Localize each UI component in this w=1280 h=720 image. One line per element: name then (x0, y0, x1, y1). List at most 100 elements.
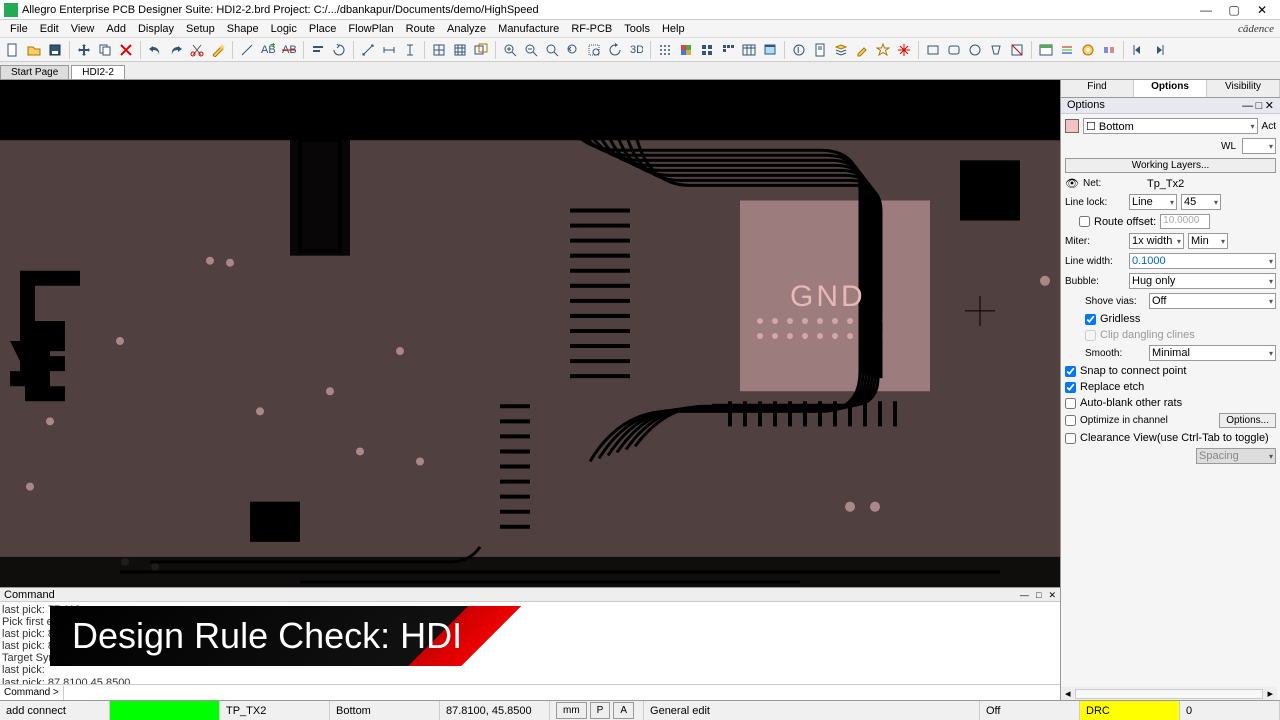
grid-dots-icon[interactable] (656, 41, 674, 59)
menu-shape[interactable]: Shape (221, 23, 265, 35)
menu-view[interactable]: View (65, 23, 101, 35)
menu-help[interactable]: Help (656, 23, 691, 35)
layers-icon[interactable] (832, 41, 850, 59)
report-icon[interactable] (811, 41, 829, 59)
maximize-button[interactable]: ▢ (1220, 3, 1248, 17)
p-button[interactable]: P (590, 702, 611, 719)
menu-setup[interactable]: Setup (180, 23, 221, 35)
text-add-icon[interactable]: ABC+ (259, 41, 277, 59)
minimize-button[interactable]: — (1192, 3, 1220, 17)
rotate-icon[interactable] (330, 41, 348, 59)
tab-start-page[interactable]: Start Page (0, 65, 69, 79)
zoom-fit-icon[interactable] (543, 41, 561, 59)
opt-min-icon[interactable]: — (1242, 100, 1253, 112)
route-offset-input[interactable]: 10.0000 (1160, 214, 1210, 229)
dim-v-icon[interactable] (401, 41, 419, 59)
shape-rect-icon[interactable] (924, 41, 942, 59)
right-scrollbar[interactable]: ◂▸ (1061, 687, 1277, 700)
optimize-check[interactable] (1065, 415, 1076, 426)
status-drc[interactable]: DRC (1080, 701, 1180, 720)
cut-icon[interactable] (188, 41, 206, 59)
close-button[interactable]: ✕ (1248, 3, 1276, 17)
design-canvas[interactable]: GND (0, 80, 1060, 587)
cmd-min-icon[interactable]: — (1020, 590, 1029, 600)
zoom-prev-icon[interactable] (564, 41, 582, 59)
menu-rfpcb[interactable]: RF-PCB (565, 23, 618, 35)
a-button[interactable]: A (613, 702, 634, 719)
align-icon[interactable] (309, 41, 327, 59)
command-input[interactable] (63, 686, 1060, 700)
menu-place[interactable]: Place (303, 23, 343, 35)
layer-color-swatch[interactable] (1065, 119, 1079, 133)
info-icon[interactable]: i (790, 41, 808, 59)
menu-add[interactable]: Add (100, 23, 132, 35)
table-icon[interactable] (740, 41, 758, 59)
menu-edit[interactable]: Edit (34, 23, 65, 35)
working-layers-button[interactable]: Working Layers... (1065, 158, 1276, 173)
menu-analyze[interactable]: Analyze (441, 23, 492, 35)
shape-rrect-icon[interactable] (945, 41, 963, 59)
tab-visibility[interactable]: Visibility (1207, 80, 1280, 97)
new-icon[interactable] (4, 41, 22, 59)
menu-display[interactable]: Display (132, 23, 180, 35)
cmd-max-icon[interactable]: □ (1036, 590, 1041, 600)
menu-file[interactable]: File (4, 23, 34, 35)
zoom-sel-icon[interactable] (585, 41, 603, 59)
open-icon[interactable] (25, 41, 43, 59)
burst-icon[interactable] (895, 41, 913, 59)
wand-icon[interactable] (209, 41, 227, 59)
autoblank-check[interactable] (1065, 398, 1076, 409)
shove-select[interactable]: Off (1149, 293, 1276, 309)
undo-icon[interactable] (146, 41, 164, 59)
delete-icon[interactable] (117, 41, 135, 59)
3d-icon[interactable]: 3D (627, 41, 645, 59)
menu-tools[interactable]: Tools (618, 23, 656, 35)
shape-poly-icon[interactable] (987, 41, 1005, 59)
grid4-icon[interactable] (719, 41, 737, 59)
shape-circle-icon[interactable] (966, 41, 984, 59)
smooth-select[interactable]: Minimal (1149, 345, 1276, 361)
shape-void-icon[interactable] (1008, 41, 1026, 59)
window-icon[interactable] (761, 41, 779, 59)
move-icon[interactable] (75, 41, 93, 59)
line-width-input[interactable]: 0.1000 (1129, 253, 1276, 269)
line-lock-select[interactable]: Line (1129, 194, 1177, 210)
text-del-icon[interactable]: ABC (280, 41, 298, 59)
replace-check[interactable] (1065, 382, 1076, 393)
redo-icon[interactable] (167, 41, 185, 59)
opt-close-icon[interactable]: ✕ (1265, 100, 1274, 112)
bubble-select[interactable]: Hug only (1129, 273, 1276, 289)
menu-manufacture[interactable]: Manufacture (492, 23, 565, 35)
miter-unit-select[interactable]: Min (1188, 233, 1228, 249)
cmd-close-icon[interactable]: ✕ (1048, 590, 1056, 600)
padstack-icon[interactable] (1079, 41, 1097, 59)
layer-select[interactable]: ☐ Bottom (1083, 118, 1258, 134)
tab-find[interactable]: Find (1061, 80, 1134, 97)
snap-check[interactable] (1065, 366, 1076, 377)
grid-color-icon[interactable] (677, 41, 695, 59)
grid1-icon[interactable] (430, 41, 448, 59)
star-icon[interactable] (874, 41, 892, 59)
copy-icon[interactable] (96, 41, 114, 59)
visibility-toggle-icon[interactable]: 👁 (1065, 177, 1079, 190)
zoom-in-icon[interactable] (501, 41, 519, 59)
via-icon[interactable] (1100, 41, 1118, 59)
gridless-check[interactable] (1085, 314, 1096, 325)
options-button[interactable]: Options... (1219, 413, 1276, 428)
measure-icon[interactable] (359, 41, 377, 59)
grid2-icon[interactable] (451, 41, 469, 59)
line-icon[interactable] (238, 41, 256, 59)
wl-select[interactable] (1242, 138, 1276, 154)
grid3-icon[interactable] (698, 41, 716, 59)
tab-design[interactable]: HDI2-2 (71, 65, 125, 79)
cm-icon[interactable] (1037, 41, 1055, 59)
opt-max-icon[interactable]: □ (1256, 100, 1263, 112)
tab-options[interactable]: Options (1134, 80, 1207, 97)
menu-route[interactable]: Route (400, 23, 441, 35)
prev-icon[interactable] (1129, 41, 1147, 59)
lock-angle-select[interactable]: 45 (1181, 194, 1221, 210)
menu-flowplan[interactable]: FlowPlan (342, 23, 399, 35)
highlight-icon[interactable] (853, 41, 871, 59)
save-icon[interactable] (46, 41, 64, 59)
next-icon[interactable] (1150, 41, 1168, 59)
